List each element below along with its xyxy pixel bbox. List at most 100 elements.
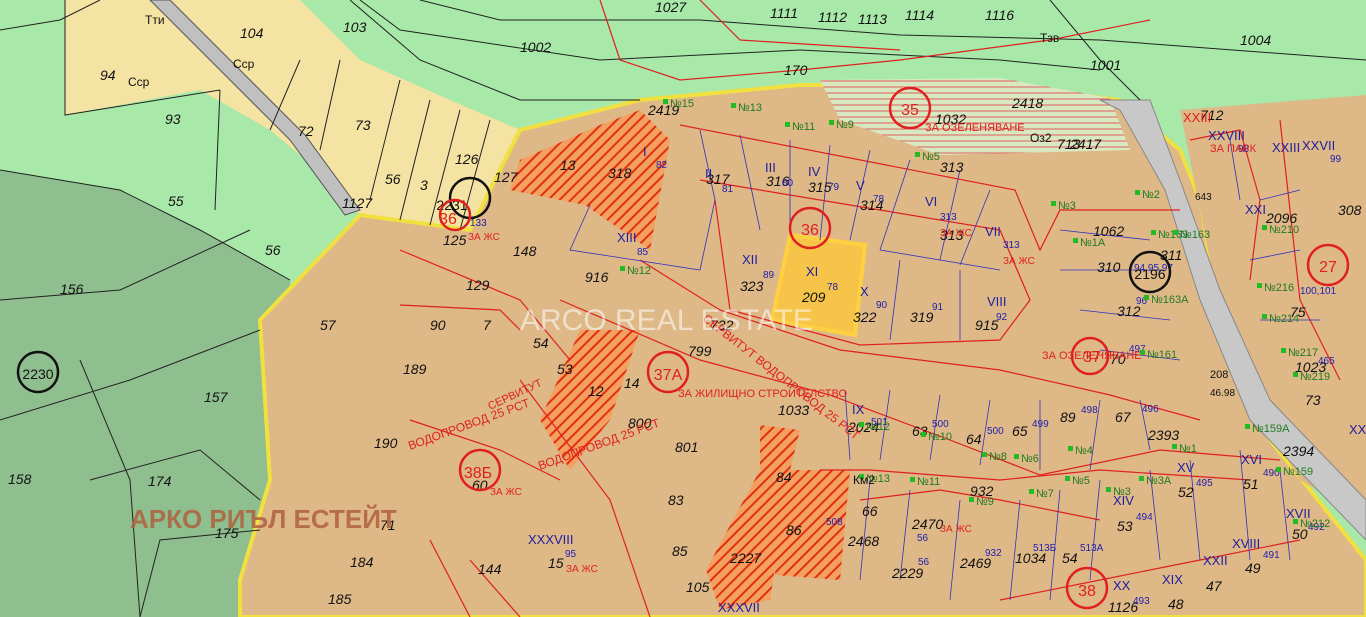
survey-point-marker xyxy=(1073,238,1078,243)
regulated-plot-number: XXVIII xyxy=(1208,128,1245,143)
parcel-number: 1033 xyxy=(778,402,809,418)
parcel-number: 73 xyxy=(355,117,371,133)
survey-point-marker xyxy=(921,432,926,437)
survey-point-label: №161 xyxy=(1147,349,1177,361)
regulated-plot-number: IV xyxy=(808,164,821,179)
parcel-number: 66 xyxy=(862,503,878,519)
parcel-number: 55 xyxy=(168,193,184,209)
blue-number: 95 xyxy=(565,549,577,560)
map-viewport[interactable]: 1027 1111 1112 1113 1114 1116 1004 1002 1001 104 1… xyxy=(0,0,1366,617)
parcel-number: 72 xyxy=(298,123,314,139)
parcel-number: 148 xyxy=(513,243,537,259)
blue-number: 82 xyxy=(656,160,668,171)
zone-designation: ЗА ЖС xyxy=(1003,256,1035,267)
survey-point-marker xyxy=(829,120,834,125)
blue-number: 80 xyxy=(782,178,794,189)
blue-number: 85 xyxy=(637,247,649,258)
map-annotation: Сср xyxy=(128,75,150,89)
blue-number: 56 xyxy=(917,533,929,544)
parcel-number: 125 xyxy=(443,232,467,248)
parcel-number: 89 xyxy=(1060,409,1076,425)
map-annotation: Тти xyxy=(145,13,165,27)
parcel-number: 65 xyxy=(1012,423,1028,439)
survey-point-label: №219 xyxy=(1300,371,1330,383)
survey-point-label: №216 xyxy=(1264,282,1294,294)
parcel-number: 93 xyxy=(165,111,181,127)
blue-number: 500 xyxy=(932,419,949,430)
regulated-plot-number: XXIV xyxy=(1349,422,1366,437)
regulated-plot-number: XV xyxy=(1177,460,1195,475)
survey-point-marker xyxy=(1065,476,1070,481)
blue-number: 81 xyxy=(722,184,734,195)
parcel-number: 311 xyxy=(1160,247,1182,263)
regulated-plot-number: XIX xyxy=(1162,572,1183,587)
survey-point-marker xyxy=(1262,314,1267,319)
parcel-number: 157 xyxy=(204,389,229,405)
parcel-number: 13 xyxy=(560,157,576,173)
parcel-number: 1111 xyxy=(770,5,798,21)
district-number: 38Б xyxy=(464,465,492,482)
district-number: 38 xyxy=(1078,583,1096,600)
regulated-plot-number: VII xyxy=(985,224,1001,239)
parcel-number: 90 xyxy=(430,317,446,333)
watermark-text: ARCO REAL ESTATE xyxy=(520,304,813,337)
cadastral-map[interactable]: 1027 1111 1112 1113 1114 1116 1004 1002 1001 104 1… xyxy=(0,0,1366,617)
map-annotation: 46.98 xyxy=(1210,388,1235,399)
survey-point-label: №2 xyxy=(1142,189,1160,201)
survey-point-marker xyxy=(1014,454,1019,459)
district-number: 37А xyxy=(654,367,683,384)
regulated-plot-number: XXIII xyxy=(1272,140,1300,155)
regulated-plot-number: IX xyxy=(852,402,865,417)
regulated-plot-number: V xyxy=(856,178,865,193)
parcel-number: 94 xyxy=(100,67,116,83)
parcel-number: 308 xyxy=(1338,202,1362,218)
regulated-plot-number: XVIII xyxy=(1232,536,1260,551)
survey-point-label: №163А xyxy=(1151,294,1189,306)
survey-point-marker xyxy=(1144,295,1149,300)
survey-point-marker xyxy=(1172,444,1177,449)
blue-number: 932 xyxy=(985,548,1002,559)
blue-number: 92 xyxy=(996,312,1008,323)
regulated-plot-number: X xyxy=(860,284,869,299)
regulated-plot-number: III xyxy=(765,160,776,175)
map-annotation: Км2 xyxy=(853,473,875,487)
map-annotation: ХХIII xyxy=(1183,110,1211,125)
regulated-plot-number: VI xyxy=(925,194,937,209)
regulated-plot-number: XXXVII xyxy=(718,600,760,615)
parcel-number: 1112 xyxy=(818,9,847,25)
blue-number: 78 xyxy=(873,194,885,205)
parcel-number: 2227 xyxy=(729,550,762,566)
survey-point-marker xyxy=(1106,487,1111,492)
blue-number: 513А xyxy=(1080,543,1104,554)
survey-point-label: №5 xyxy=(922,151,940,163)
parcel-number: 916 xyxy=(585,269,609,285)
map-annotation: Тзв xyxy=(1040,31,1059,45)
parcel-number: 1002 xyxy=(520,39,551,55)
regulated-plot-number: I xyxy=(643,144,647,159)
survey-point-marker xyxy=(1262,225,1267,230)
parcel-number: 189 xyxy=(403,361,427,377)
blue-number: 100,101 xyxy=(1300,286,1337,297)
blue-number: 313 xyxy=(940,212,957,223)
district-number: 36 xyxy=(439,211,457,228)
blue-number: 494 xyxy=(1136,512,1153,523)
parcel-number: 2394 xyxy=(1282,443,1314,459)
parcel-number: 313 xyxy=(940,159,964,175)
survey-point-marker xyxy=(1051,201,1056,206)
blue-number: 491 xyxy=(1263,550,1280,561)
parcel-number: 185 xyxy=(328,591,352,607)
parcel-number: 67 xyxy=(1115,409,1132,425)
survey-point-marker xyxy=(982,452,987,457)
district-number: 2230 xyxy=(22,366,53,382)
survey-point-marker xyxy=(1151,230,1156,235)
blue-number: 91 xyxy=(932,302,944,313)
zone-designation: ЗА ЖС xyxy=(566,564,598,575)
parcel-number: 49 xyxy=(1245,560,1261,576)
survey-point-label: №3 xyxy=(1058,200,1076,212)
parcel-number: 56 xyxy=(385,171,401,187)
parcel-number: 85 xyxy=(672,543,688,559)
survey-point-marker xyxy=(969,497,974,502)
parcel-number: 1027 xyxy=(655,0,687,15)
survey-point-marker xyxy=(1293,519,1298,524)
district-number: 2196 xyxy=(1134,266,1165,282)
